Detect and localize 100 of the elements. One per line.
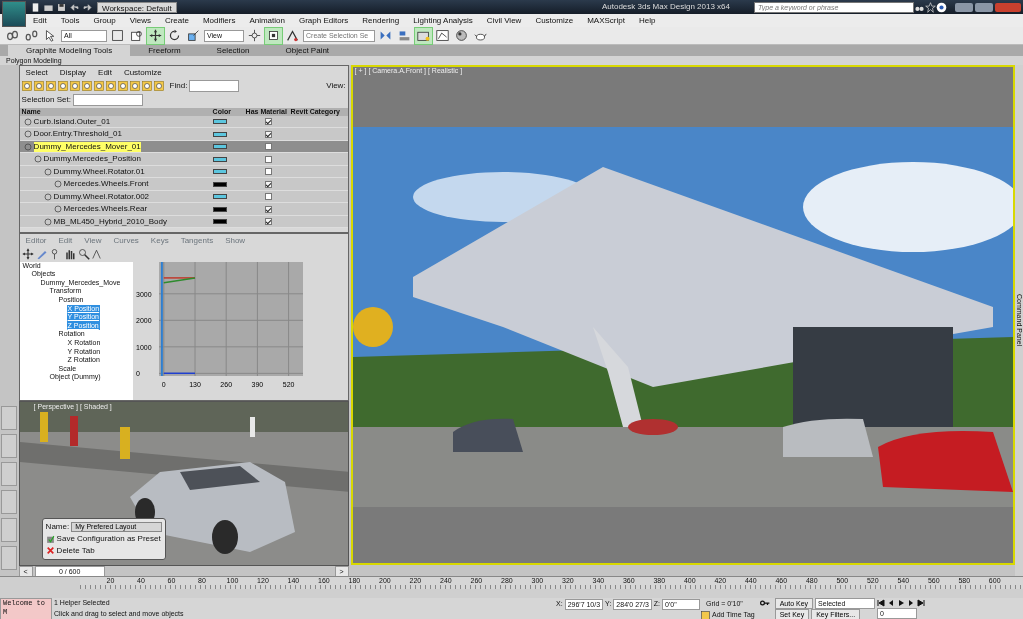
filter-icon[interactable] xyxy=(105,80,116,91)
table-row[interactable]: Mercedes.Wheels.Rear xyxy=(19,203,348,216)
menu-item[interactable]: View xyxy=(78,236,108,246)
menu-item[interactable]: Edit xyxy=(92,68,118,78)
help-icon[interactable] xyxy=(936,1,947,13)
checkbox[interactable] xyxy=(264,118,272,126)
menu-item[interactable]: Animation xyxy=(242,14,292,27)
tag-icon[interactable] xyxy=(701,610,710,619)
minimize-button[interactable] xyxy=(955,2,973,12)
mirror-icon[interactable] xyxy=(379,29,392,42)
angle-icon[interactable] xyxy=(286,29,299,42)
filter-icon[interactable] xyxy=(57,80,68,91)
rotate-icon[interactable] xyxy=(168,29,181,42)
color-swatch[interactable] xyxy=(212,181,227,187)
menu-item[interactable]: Show xyxy=(219,236,252,246)
menu-item[interactable]: Tools xyxy=(53,14,87,27)
ribbon-tab[interactable]: Graphite Modeling Tools xyxy=(8,45,131,56)
checkbox[interactable] xyxy=(264,218,272,226)
menu-item[interactable]: Curves xyxy=(107,236,145,246)
filter-icon[interactable] xyxy=(45,80,56,91)
first-frame-icon[interactable] xyxy=(877,598,886,607)
color-swatch[interactable] xyxy=(212,156,227,162)
menu-item[interactable]: Display xyxy=(53,68,93,78)
color-swatch[interactable] xyxy=(212,119,227,125)
selection-set-dropdown[interactable] xyxy=(73,93,143,106)
align-icon[interactable] xyxy=(398,29,411,42)
checkbox[interactable] xyxy=(264,155,272,163)
menu-item[interactable]: Modifiers xyxy=(195,14,243,27)
color-swatch[interactable] xyxy=(212,144,227,150)
broken-chain-icon[interactable] xyxy=(25,29,38,42)
popup-item[interactable]: Delete Tab xyxy=(45,546,162,556)
undo-icon[interactable] xyxy=(69,1,80,13)
table-row[interactable]: Mercedes.Wheels.Front xyxy=(19,178,348,191)
ribbon-tab[interactable]: Selection xyxy=(198,45,268,56)
rectangle-icon[interactable] xyxy=(111,29,124,42)
menu-item[interactable]: Customize xyxy=(528,14,581,27)
ribbon-tab[interactable]: Freeform xyxy=(130,45,199,56)
restore-button[interactable] xyxy=(975,2,993,12)
menu-item[interactable]: Edit xyxy=(26,14,54,27)
filter-icon[interactable] xyxy=(153,80,164,91)
magnet-icon[interactable] xyxy=(267,29,280,42)
last-frame-icon[interactable] xyxy=(917,598,926,607)
chain-icon[interactable] xyxy=(6,29,19,42)
menu-item[interactable]: Editor xyxy=(19,236,53,246)
checkbox[interactable] xyxy=(264,130,272,138)
move-icon[interactable] xyxy=(21,247,34,260)
redo-icon[interactable] xyxy=(82,1,93,13)
filter-icon[interactable] xyxy=(141,80,152,91)
filter-icon[interactable] xyxy=(117,80,128,91)
move-icon[interactable] xyxy=(149,29,162,42)
find-field[interactable] xyxy=(189,79,240,92)
color-swatch[interactable] xyxy=(212,169,227,175)
node-icon xyxy=(43,192,52,201)
checkbox[interactable] xyxy=(264,143,272,151)
checkbox[interactable] xyxy=(264,193,272,201)
close-button[interactable] xyxy=(995,2,1021,12)
pivot-icon[interactable] xyxy=(248,29,261,42)
zoom-icon[interactable] xyxy=(77,247,90,260)
menu-item[interactable]: Keys xyxy=(144,236,175,246)
menu-item[interactable]: Graph Editors xyxy=(291,14,356,27)
sphere-grid-icon[interactable] xyxy=(455,29,468,42)
menu-item[interactable]: Create xyxy=(157,14,196,27)
workspace-dropdown[interactable]: Workspace: Default xyxy=(97,1,177,13)
object-name: Dummy_Mercedes_Mover_01 xyxy=(33,141,141,152)
menu-item[interactable]: Civil View xyxy=(479,14,529,27)
checkbox[interactable] xyxy=(264,180,272,188)
color-swatch[interactable] xyxy=(212,206,227,212)
document-icon[interactable] xyxy=(30,1,41,13)
menu-item[interactable]: Views xyxy=(122,14,158,27)
filter-icon[interactable] xyxy=(69,80,80,91)
menu-item[interactable]: Tangents xyxy=(174,236,220,246)
cursor-icon[interactable] xyxy=(44,29,57,42)
color-swatch[interactable] xyxy=(212,194,227,200)
scale-icon[interactable] xyxy=(187,29,200,42)
ribbon-tab[interactable]: Object Paint xyxy=(267,45,348,56)
menu-item[interactable]: Edit xyxy=(52,236,79,246)
filter-icon[interactable] xyxy=(129,80,140,91)
color-swatch[interactable] xyxy=(212,219,227,225)
menu-item[interactable]: Group xyxy=(86,14,123,27)
color-swatch[interactable] xyxy=(212,131,227,137)
filter-icon[interactable] xyxy=(93,80,104,91)
menu-item[interactable]: Select xyxy=(19,68,54,78)
time-marker[interactable] xyxy=(160,261,163,377)
filter-icon[interactable] xyxy=(21,80,32,91)
menu-item[interactable]: Customize xyxy=(117,68,168,78)
curve-icon[interactable] xyxy=(436,29,449,42)
table-row[interactable]: Door.Entry.Threshold_01 xyxy=(19,128,348,141)
filter-icon[interactable] xyxy=(81,80,92,91)
checkbox[interactable] xyxy=(264,205,272,213)
menu-item[interactable]: Lighting Analysis xyxy=(406,14,480,27)
filter-icon[interactable] xyxy=(33,80,44,91)
menu-item[interactable]: Rendering xyxy=(355,14,407,27)
object-name: MB_ML450_Hybrid_2010_Body xyxy=(53,216,167,227)
menu-item[interactable]: MAXScript xyxy=(580,14,632,27)
star-icon[interactable] xyxy=(925,1,936,13)
object-name: Dummy.Wheel.Rotator.01 xyxy=(53,166,145,177)
menu-item[interactable]: Help xyxy=(631,14,663,27)
table-row[interactable]: Dummy.Mercedes_Position xyxy=(19,153,348,166)
window-icon[interactable] xyxy=(130,29,143,42)
checkbox[interactable] xyxy=(264,168,272,176)
